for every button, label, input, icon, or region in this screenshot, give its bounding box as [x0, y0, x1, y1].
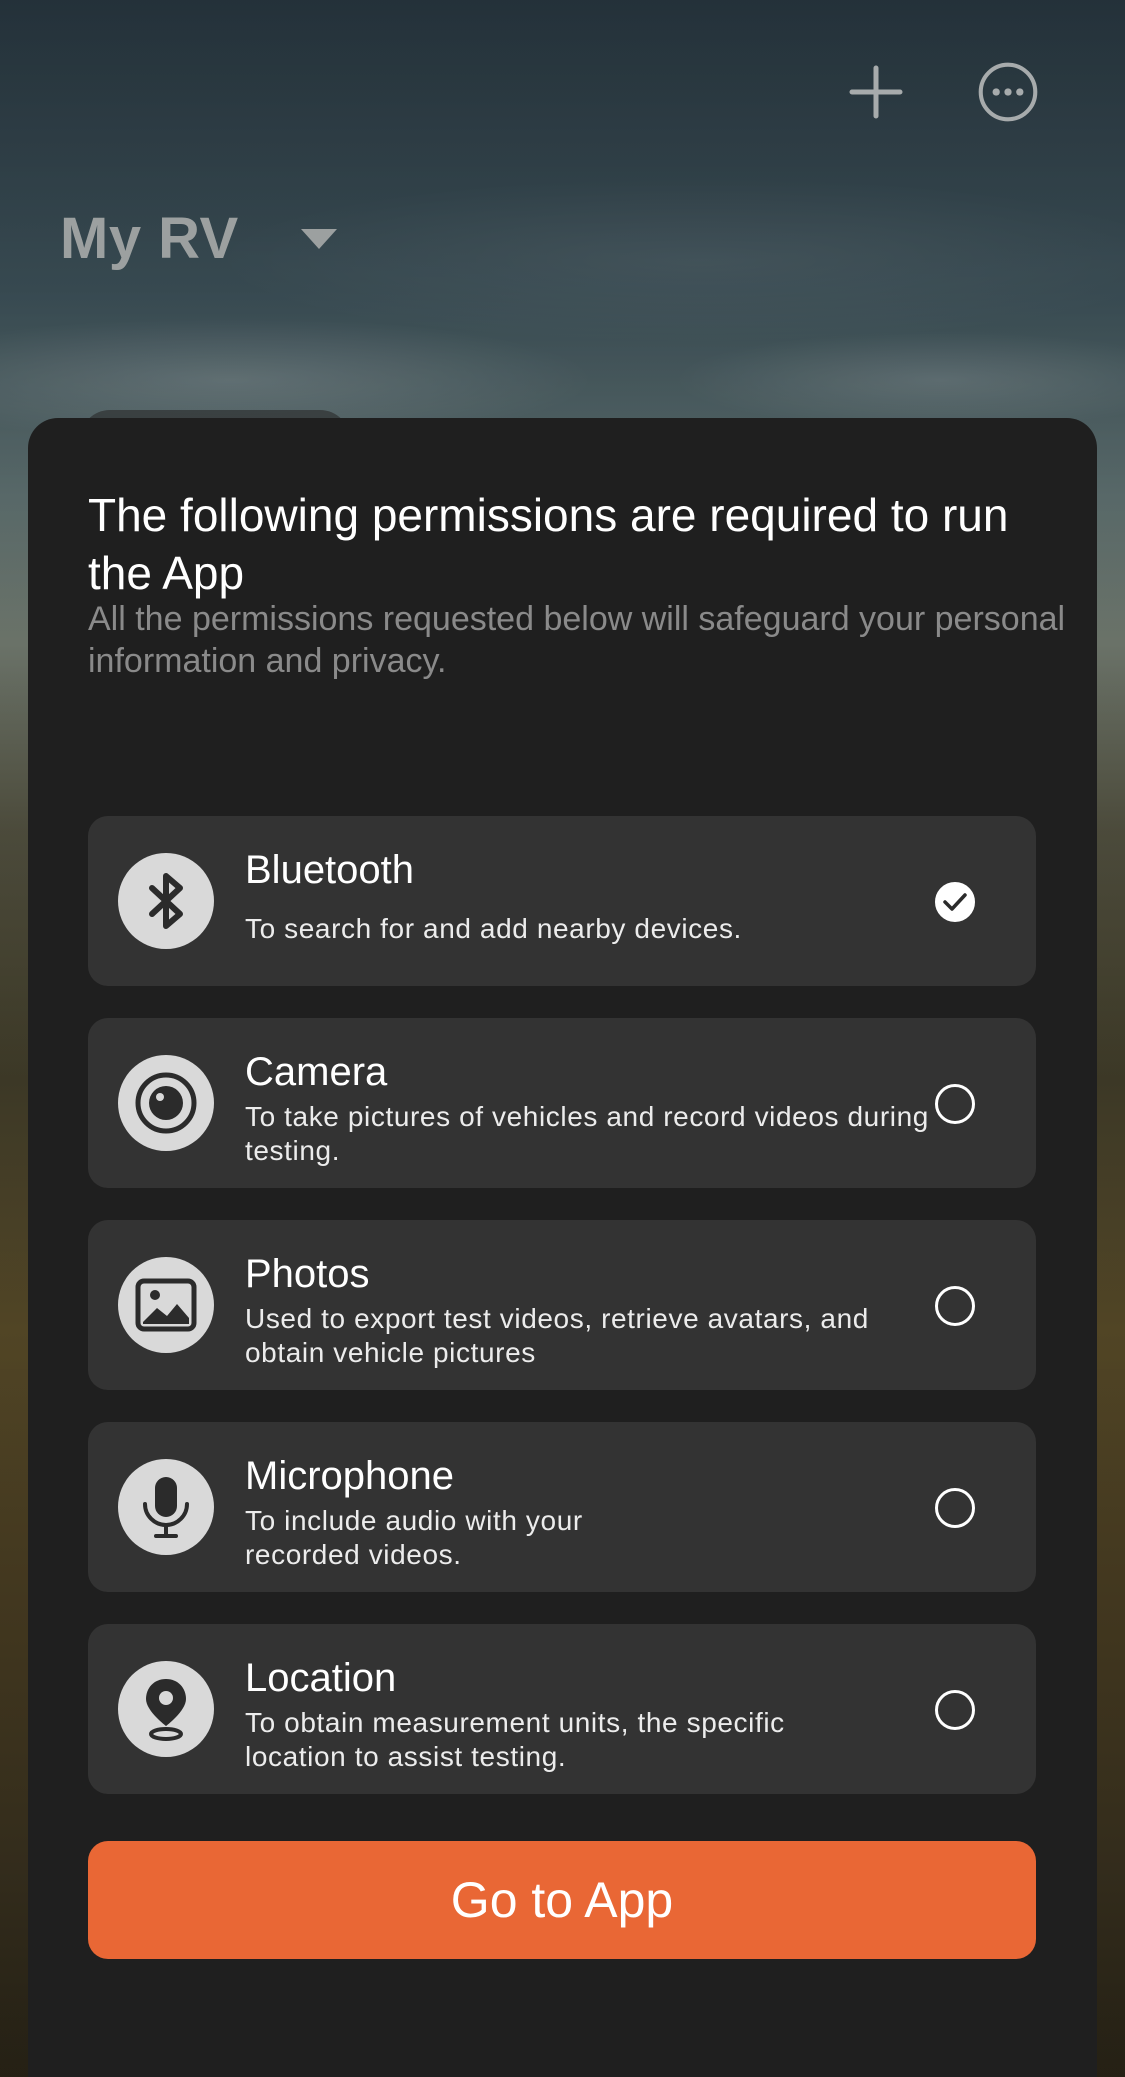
- permission-list: Bluetooth To search for and add nearby d…: [88, 816, 1036, 1826]
- go-to-app-button[interactable]: Go to App: [88, 1841, 1036, 1959]
- dialog-subtitle: All the permissions requested below will…: [88, 600, 1066, 680]
- permission-description: To obtain measurement units, the specifi…: [245, 1707, 785, 1772]
- permission-name: Microphone: [245, 1454, 455, 1498]
- add-button[interactable]: [846, 62, 906, 122]
- permission-description: To include audio with your recorded vide…: [245, 1505, 583, 1570]
- permission-camera[interactable]: Camera To take pictures of vehicles and …: [88, 1018, 1036, 1188]
- permissions-dialog: The following permissions are required t…: [28, 418, 1097, 2077]
- checkbox-unchecked[interactable]: [935, 1690, 975, 1730]
- permission-description: To search for and add nearby devices.: [245, 913, 742, 944]
- checkbox-unchecked[interactable]: [935, 1488, 975, 1528]
- checkbox-unchecked[interactable]: [935, 1084, 975, 1124]
- permission-name: Bluetooth: [245, 848, 415, 892]
- caret-down-icon: [300, 228, 337, 249]
- permission-name: Photos: [245, 1252, 370, 1296]
- permission-name: Camera: [245, 1050, 388, 1094]
- dialog-title: The following permissions are required t…: [88, 489, 1009, 599]
- more-button[interactable]: [978, 62, 1038, 122]
- more-circle-icon: [978, 62, 1038, 122]
- plus-icon: [849, 65, 903, 119]
- permission-description: To take pictures of vehicles and record …: [245, 1101, 929, 1166]
- permission-bluetooth[interactable]: Bluetooth To search for and add nearby d…: [88, 816, 1036, 986]
- permission-location[interactable]: Location To obtain measurement units, th…: [88, 1624, 1036, 1794]
- permission-description: Used to export test videos, retrieve ava…: [245, 1303, 869, 1368]
- location-icon: [118, 1661, 214, 1757]
- microphone-icon: [118, 1459, 214, 1555]
- photos-icon: [118, 1257, 214, 1353]
- permission-photos[interactable]: Photos Used to export test videos, retri…: [88, 1220, 1036, 1390]
- check-icon: [943, 893, 967, 911]
- permission-name: Location: [245, 1656, 397, 1700]
- permission-microphone[interactable]: Microphone To include audio with your re…: [88, 1422, 1036, 1592]
- vehicle-selector[interactable]: My RV: [60, 205, 339, 272]
- screen: My RV The following permissions are requ…: [0, 0, 1125, 2077]
- camera-icon: [118, 1055, 214, 1151]
- checkbox-unchecked[interactable]: [935, 1286, 975, 1326]
- vehicle-name: My RV: [60, 206, 239, 271]
- checkbox-checked[interactable]: [935, 882, 975, 922]
- bluetooth-icon: [118, 853, 214, 949]
